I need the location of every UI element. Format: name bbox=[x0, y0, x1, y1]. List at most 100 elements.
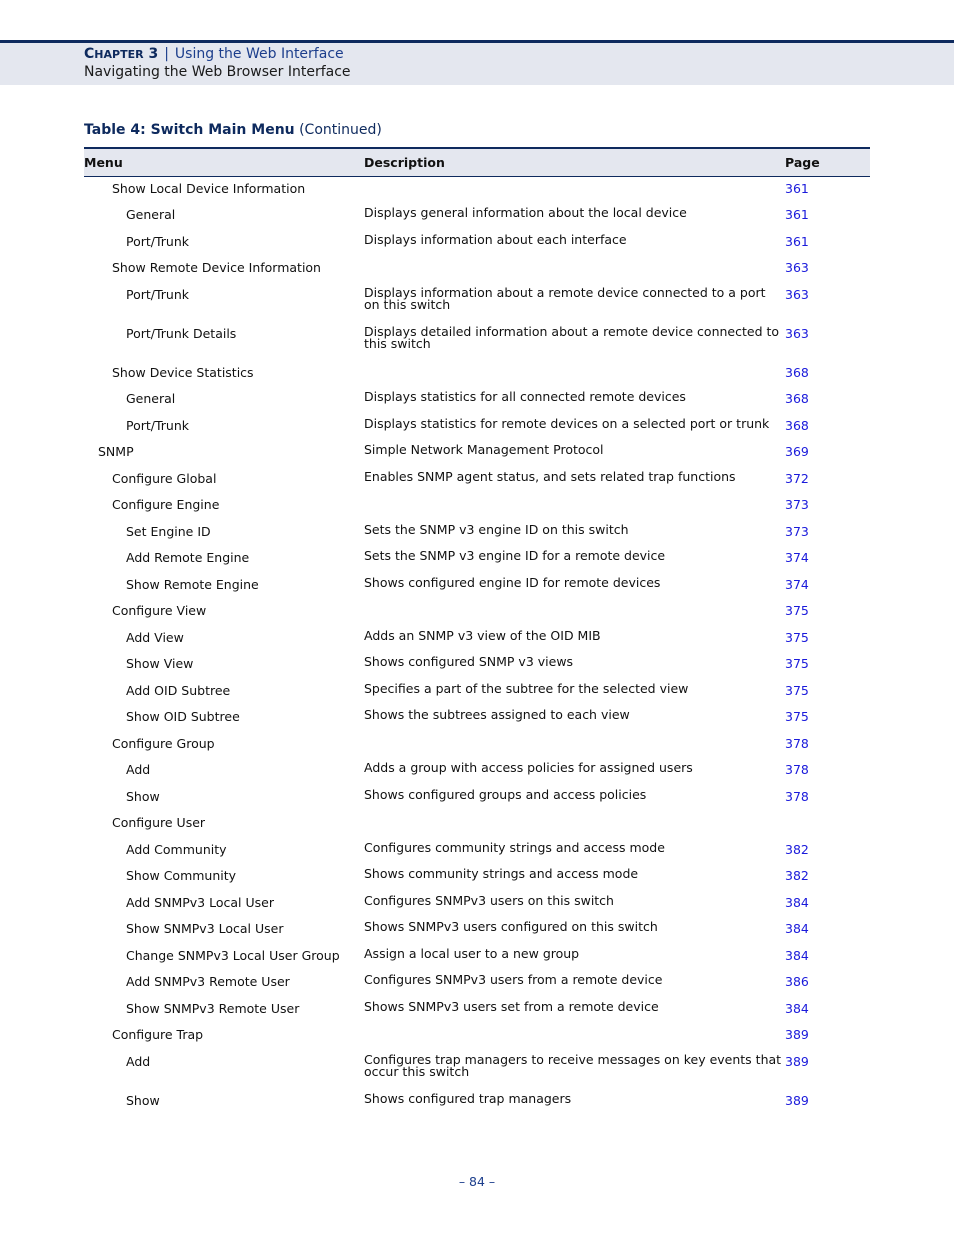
description-cell: Shows configured groups and access polic… bbox=[364, 787, 647, 802]
page-link[interactable]: 363 bbox=[785, 326, 809, 341]
description-cell: Displays statistics for remote devices o… bbox=[364, 416, 770, 431]
menu-cell: Configure Global bbox=[112, 471, 217, 486]
description-cell: Shows community strings and access mode bbox=[364, 866, 639, 881]
menu-cell: Show Local Device Information bbox=[112, 181, 306, 196]
description-cell: Displays information about a remote devi… bbox=[364, 285, 766, 312]
page-link[interactable]: 363 bbox=[785, 260, 809, 275]
page-link[interactable]: 361 bbox=[785, 181, 809, 196]
page-link[interactable]: 363 bbox=[785, 287, 809, 302]
page-link[interactable]: 375 bbox=[785, 683, 809, 698]
menu-cell: Show View bbox=[126, 656, 194, 671]
page-link[interactable]: 384 bbox=[785, 1001, 809, 1016]
menu-cell: SNMP bbox=[98, 444, 134, 459]
menu-cell: Add SNMPv3 Local User bbox=[126, 895, 274, 910]
menu-cell: Add Community bbox=[126, 842, 227, 857]
menu-cell: Set Engine ID bbox=[126, 524, 211, 539]
menu-cell: Show bbox=[126, 789, 160, 804]
description-cell: Shows the subtrees assigned to each view bbox=[364, 707, 630, 722]
description-cell: Shows SNMPv3 users configured on this sw… bbox=[364, 919, 658, 934]
menu-cell: Port/Trunk Details bbox=[126, 326, 237, 341]
menu-cell: Add SNMPv3 Remote User bbox=[126, 974, 290, 989]
table-header: Menu Description Page bbox=[84, 147, 870, 177]
separator: | bbox=[164, 46, 169, 62]
page-link[interactable]: 375 bbox=[785, 603, 809, 618]
menu-cell: Port/Trunk bbox=[126, 287, 190, 302]
column-header-description: Description bbox=[364, 155, 445, 170]
page-link[interactable]: 389 bbox=[785, 1054, 809, 1069]
page-link[interactable]: 368 bbox=[785, 418, 809, 433]
chapter-label: CHAPTER 3 bbox=[84, 46, 159, 62]
menu-cell: Show Community bbox=[126, 868, 237, 883]
page-link[interactable]: 382 bbox=[785, 842, 809, 857]
page-link[interactable]: 386 bbox=[785, 974, 809, 989]
description-cell: Configures SNMPv3 users on this switch bbox=[364, 893, 614, 908]
description-cell: Displays detailed information about a re… bbox=[364, 324, 780, 351]
switch-main-menu-table: Menu Description Page Show Local Device … bbox=[84, 147, 870, 1108]
page-link[interactable]: 373 bbox=[785, 497, 809, 512]
page-link[interactable]: 384 bbox=[785, 895, 809, 910]
menu-cell: Show bbox=[126, 1093, 160, 1108]
menu-cell: Show Remote Engine bbox=[126, 577, 259, 592]
page-link[interactable]: 369 bbox=[785, 444, 809, 459]
description-cell: Displays information about each interfac… bbox=[364, 232, 627, 247]
page-link[interactable]: 361 bbox=[785, 207, 809, 222]
page-link[interactable]: 382 bbox=[785, 868, 809, 883]
description-cell: Displays statistics for all connected re… bbox=[364, 389, 686, 404]
description-cell: Adds an SNMP v3 view of the OID MIB bbox=[364, 628, 601, 643]
page-link[interactable]: 389 bbox=[785, 1027, 809, 1042]
menu-cell: Show Remote Device Information bbox=[112, 260, 321, 275]
menu-cell: Add View bbox=[126, 630, 184, 645]
page-link[interactable]: 389 bbox=[785, 1093, 809, 1108]
menu-cell: Change SNMPv3 Local User Group bbox=[126, 948, 340, 963]
description-cell: Adds a group with access policies for as… bbox=[364, 760, 693, 775]
description-cell: Shows configured SNMP v3 views bbox=[364, 654, 574, 669]
chapter-title: Using the Web Interface bbox=[174, 46, 344, 62]
menu-cell: Show SNMPv3 Local User bbox=[126, 921, 284, 936]
page-link[interactable]: 372 bbox=[785, 471, 809, 486]
description-cell: Simple Network Management Protocol bbox=[364, 442, 604, 457]
menu-cell: Configure View bbox=[112, 603, 207, 618]
description-cell: Sets the SNMP v3 engine ID on this switc… bbox=[364, 522, 629, 537]
page-link[interactable]: 368 bbox=[785, 391, 809, 406]
column-header-menu: Menu bbox=[84, 155, 123, 170]
description-cell: Shows configured engine ID for remote de… bbox=[364, 575, 661, 590]
page-link[interactable]: 375 bbox=[785, 709, 809, 724]
menu-cell: Add bbox=[126, 762, 151, 777]
page-link[interactable]: 374 bbox=[785, 577, 809, 592]
menu-cell: Port/Trunk bbox=[126, 418, 190, 433]
description-cell: Configures community strings and access … bbox=[364, 840, 665, 855]
table-caption: Table 4: Switch Main Menu (Continued) bbox=[84, 122, 382, 138]
page-link[interactable]: 375 bbox=[785, 630, 809, 645]
description-cell: Displays general information about the l… bbox=[364, 205, 687, 220]
page-link[interactable]: 373 bbox=[785, 524, 809, 539]
description-cell: Shows SNMPv3 users set from a remote dev… bbox=[364, 999, 659, 1014]
menu-cell: Add bbox=[126, 1054, 151, 1069]
menu-cell: Configure Group bbox=[112, 736, 215, 751]
description-cell: Configures trap managers to receive mess… bbox=[364, 1052, 782, 1079]
column-header-page: Page bbox=[785, 155, 820, 170]
page-link[interactable]: 374 bbox=[785, 550, 809, 565]
chapter-heading: CHAPTER 3 | Using the Web Interface bbox=[84, 46, 344, 62]
section-title: Navigating the Web Browser Interface bbox=[84, 64, 351, 80]
page-link[interactable]: 375 bbox=[785, 656, 809, 671]
menu-cell: General bbox=[126, 391, 176, 406]
page-link[interactable]: 378 bbox=[785, 789, 809, 804]
menu-cell: Port/Trunk bbox=[126, 234, 190, 249]
description-cell: Configures SNMPv3 users from a remote de… bbox=[364, 972, 663, 987]
page-number: – 84 – bbox=[458, 1174, 496, 1189]
menu-cell: Show OID Subtree bbox=[126, 709, 240, 724]
page-link[interactable]: 378 bbox=[785, 762, 809, 777]
description-cell: Sets the SNMP v3 engine ID for a remote … bbox=[364, 548, 666, 563]
description-cell: Specifies a part of the subtree for the … bbox=[364, 681, 689, 696]
description-cell: Shows configured trap managers bbox=[364, 1091, 572, 1106]
menu-cell: Add OID Subtree bbox=[126, 683, 231, 698]
menu-cell: Show Device Statistics bbox=[112, 365, 254, 380]
description-cell: Assign a local user to a new group bbox=[364, 946, 580, 961]
page-link[interactable]: 384 bbox=[785, 921, 809, 936]
page-link[interactable]: 384 bbox=[785, 948, 809, 963]
page-link[interactable]: 368 bbox=[785, 365, 809, 380]
menu-cell: General bbox=[126, 207, 176, 222]
page-link[interactable]: 378 bbox=[785, 736, 809, 751]
menu-cell: Configure User bbox=[112, 815, 206, 830]
page-link[interactable]: 361 bbox=[785, 234, 809, 249]
